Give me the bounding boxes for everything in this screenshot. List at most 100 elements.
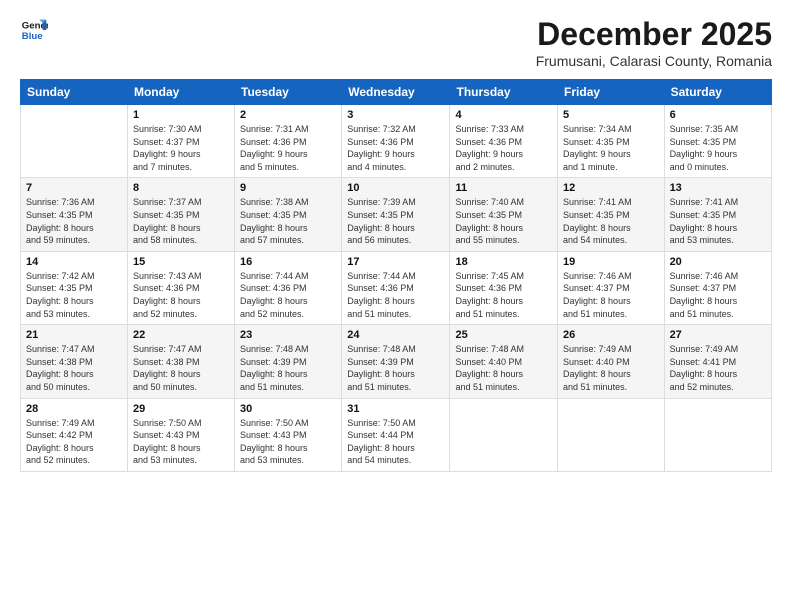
calendar-cell: 4 Sunrise: 7:33 AM Sunset: 4:36 PM Daylig… xyxy=(450,105,558,178)
calendar-cell: 12 Sunrise: 7:41 AM Sunset: 4:35 PM Dayli… xyxy=(558,178,665,251)
calendar-cell: 25 Sunrise: 7:48 AM Sunset: 4:40 PM Dayli… xyxy=(450,325,558,398)
month-title: December 2025 xyxy=(536,16,772,53)
calendar-cell xyxy=(21,105,128,178)
calendar-cell: 6 Sunrise: 7:35 AM Sunset: 4:35 PM Daylig… xyxy=(664,105,771,178)
day-number: 12 xyxy=(563,182,659,194)
calendar-cell: 15Sunrise: 7:43 AM Sunset: 4:36 PM Dayli… xyxy=(127,251,234,324)
calendar-cell: 28Sunrise: 7:49 AM Sunset: 4:42 PM Dayli… xyxy=(21,398,128,471)
header: General Blue December 2025 Frumusani, Ca… xyxy=(20,16,772,69)
day-number: 27 xyxy=(670,329,766,341)
day-number: 20 xyxy=(670,256,766,268)
calendar-cell: 9 Sunrise: 7:38 AM Sunset: 4:35 PM Daylig… xyxy=(235,178,342,251)
day-number: 10 xyxy=(347,182,444,194)
logo-icon: General Blue xyxy=(20,16,48,44)
day-number: 21 xyxy=(26,329,122,341)
day-info: Sunrise: 7:48 AM Sunset: 4:40 PM Dayligh… xyxy=(455,343,552,393)
logo: General Blue xyxy=(20,16,48,44)
calendar-cell xyxy=(664,398,771,471)
calendar-cell: 19 Sunrise: 7:46 AM Sunset: 4:37 PM Dayli… xyxy=(558,251,665,324)
calendar-cell: 23 Sunrise: 7:48 AM Sunset: 4:39 PM Dayli… xyxy=(235,325,342,398)
day-number: 2 xyxy=(240,109,336,121)
day-info: Sunrise: 7:42 AM Sunset: 4:35 PM Dayligh… xyxy=(26,270,122,320)
calendar-cell: 3Sunrise: 7:32 AM Sunset: 4:36 PM Daylig… xyxy=(342,105,450,178)
calendar-week-row: 28Sunrise: 7:49 AM Sunset: 4:42 PM Dayli… xyxy=(21,398,772,471)
calendar-header-tuesday: Tuesday xyxy=(235,80,342,105)
day-info: Sunrise: 7:46 AM Sunset: 4:37 PM Dayligh… xyxy=(563,270,659,320)
day-number: 16 xyxy=(240,256,336,268)
calendar-header-monday: Monday xyxy=(127,80,234,105)
day-number: 13 xyxy=(670,182,766,194)
day-info: Sunrise: 7:49 AM Sunset: 4:40 PM Dayligh… xyxy=(563,343,659,393)
day-number: 30 xyxy=(240,403,336,415)
calendar-cell: 29Sunrise: 7:50 AM Sunset: 4:43 PM Dayli… xyxy=(127,398,234,471)
day-info: Sunrise: 7:48 AM Sunset: 4:39 PM Dayligh… xyxy=(240,343,336,393)
day-info: Sunrise: 7:31 AM Sunset: 4:36 PM Dayligh… xyxy=(240,123,336,173)
day-info: Sunrise: 7:41 AM Sunset: 4:35 PM Dayligh… xyxy=(670,196,766,246)
day-number: 23 xyxy=(240,329,336,341)
day-info: Sunrise: 7:38 AM Sunset: 4:35 PM Dayligh… xyxy=(240,196,336,246)
calendar-table: SundayMondayTuesdayWednesdayThursdayFrid… xyxy=(20,79,772,472)
day-info: Sunrise: 7:32 AM Sunset: 4:36 PM Dayligh… xyxy=(347,123,444,173)
day-info: Sunrise: 7:37 AM Sunset: 4:35 PM Dayligh… xyxy=(133,196,229,246)
day-number: 31 xyxy=(347,403,444,415)
day-info: Sunrise: 7:35 AM Sunset: 4:35 PM Dayligh… xyxy=(670,123,766,173)
day-info: Sunrise: 7:40 AM Sunset: 4:35 PM Dayligh… xyxy=(455,196,552,246)
day-number: 18 xyxy=(455,256,552,268)
day-number: 15 xyxy=(133,256,229,268)
svg-text:Blue: Blue xyxy=(22,31,43,42)
calendar-cell: 18Sunrise: 7:45 AM Sunset: 4:36 PM Dayli… xyxy=(450,251,558,324)
day-info: Sunrise: 7:41 AM Sunset: 4:35 PM Dayligh… xyxy=(563,196,659,246)
calendar-cell: 31Sunrise: 7:50 AM Sunset: 4:44 PM Dayli… xyxy=(342,398,450,471)
calendar-week-row: 14 Sunrise: 7:42 AM Sunset: 4:35 PM Dayli… xyxy=(21,251,772,324)
day-info: Sunrise: 7:48 AM Sunset: 4:39 PM Dayligh… xyxy=(347,343,444,393)
calendar-header-saturday: Saturday xyxy=(664,80,771,105)
calendar-cell: 11Sunrise: 7:40 AM Sunset: 4:35 PM Dayli… xyxy=(450,178,558,251)
calendar-cell: 21Sunrise: 7:47 AM Sunset: 4:38 PM Dayli… xyxy=(21,325,128,398)
calendar-header-friday: Friday xyxy=(558,80,665,105)
day-info: Sunrise: 7:30 AM Sunset: 4:37 PM Dayligh… xyxy=(133,123,229,173)
day-number: 1 xyxy=(133,109,229,121)
calendar-cell: 20 Sunrise: 7:46 AM Sunset: 4:37 PM Dayli… xyxy=(664,251,771,324)
calendar-cell: 17Sunrise: 7:44 AM Sunset: 4:36 PM Dayli… xyxy=(342,251,450,324)
title-block: December 2025 Frumusani, Calarasi County… xyxy=(536,16,772,69)
day-info: Sunrise: 7:36 AM Sunset: 4:35 PM Dayligh… xyxy=(26,196,122,246)
day-info: Sunrise: 7:49 AM Sunset: 4:41 PM Dayligh… xyxy=(670,343,766,393)
calendar-cell: 10 Sunrise: 7:39 AM Sunset: 4:35 PM Dayli… xyxy=(342,178,450,251)
calendar-cell: 8 Sunrise: 7:37 AM Sunset: 4:35 PM Daylig… xyxy=(127,178,234,251)
day-number: 14 xyxy=(26,256,122,268)
day-number: 5 xyxy=(563,109,659,121)
calendar-cell: 26 Sunrise: 7:49 AM Sunset: 4:40 PM Dayli… xyxy=(558,325,665,398)
calendar-cell: 1 Sunrise: 7:30 AM Sunset: 4:37 PM Daylig… xyxy=(127,105,234,178)
calendar-cell: 2 Sunrise: 7:31 AM Sunset: 4:36 PM Daylig… xyxy=(235,105,342,178)
calendar-cell: 30Sunrise: 7:50 AM Sunset: 4:43 PM Dayli… xyxy=(235,398,342,471)
calendar-cell xyxy=(450,398,558,471)
calendar-cell xyxy=(558,398,665,471)
day-info: Sunrise: 7:33 AM Sunset: 4:36 PM Dayligh… xyxy=(455,123,552,173)
page: General Blue December 2025 Frumusani, Ca… xyxy=(0,0,792,612)
calendar-cell: 24 Sunrise: 7:48 AM Sunset: 4:39 PM Dayli… xyxy=(342,325,450,398)
day-info: Sunrise: 7:46 AM Sunset: 4:37 PM Dayligh… xyxy=(670,270,766,320)
day-info: Sunrise: 7:47 AM Sunset: 4:38 PM Dayligh… xyxy=(133,343,229,393)
day-info: Sunrise: 7:49 AM Sunset: 4:42 PM Dayligh… xyxy=(26,417,122,467)
calendar-cell: 7 Sunrise: 7:36 AM Sunset: 4:35 PM Daylig… xyxy=(21,178,128,251)
day-info: Sunrise: 7:50 AM Sunset: 4:43 PM Dayligh… xyxy=(133,417,229,467)
calendar-cell: 16Sunrise: 7:44 AM Sunset: 4:36 PM Dayli… xyxy=(235,251,342,324)
calendar-cell: 14 Sunrise: 7:42 AM Sunset: 4:35 PM Dayli… xyxy=(21,251,128,324)
calendar-header-wednesday: Wednesday xyxy=(342,80,450,105)
day-number: 8 xyxy=(133,182,229,194)
day-info: Sunrise: 7:39 AM Sunset: 4:35 PM Dayligh… xyxy=(347,196,444,246)
day-number: 4 xyxy=(455,109,552,121)
calendar-cell: 27 Sunrise: 7:49 AM Sunset: 4:41 PM Dayli… xyxy=(664,325,771,398)
day-number: 7 xyxy=(26,182,122,194)
calendar-header-sunday: Sunday xyxy=(21,80,128,105)
calendar-cell: 22Sunrise: 7:47 AM Sunset: 4:38 PM Dayli… xyxy=(127,325,234,398)
day-number: 26 xyxy=(563,329,659,341)
day-info: Sunrise: 7:34 AM Sunset: 4:35 PM Dayligh… xyxy=(563,123,659,173)
day-number: 25 xyxy=(455,329,552,341)
day-number: 6 xyxy=(670,109,766,121)
calendar-week-row: 1 Sunrise: 7:30 AM Sunset: 4:37 PM Daylig… xyxy=(21,105,772,178)
day-number: 19 xyxy=(563,256,659,268)
day-number: 24 xyxy=(347,329,444,341)
day-number: 17 xyxy=(347,256,444,268)
day-number: 9 xyxy=(240,182,336,194)
